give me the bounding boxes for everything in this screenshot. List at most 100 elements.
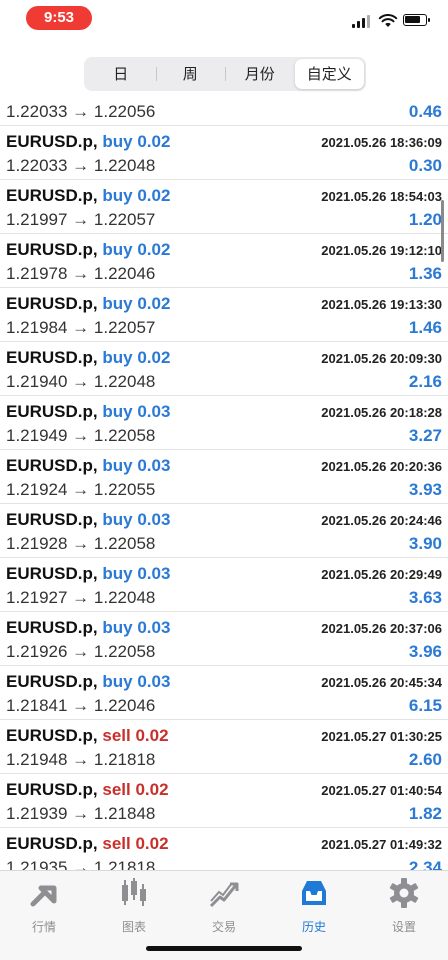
trade-prices: 1.21928 → 1.22058 [6, 534, 156, 553]
trade-profit: 3.27 [408, 426, 442, 445]
trade-prices: 1.21926 → 1.22058 [6, 642, 156, 661]
trade-symbol: EURUSD.p, buy 0.02 [6, 132, 170, 152]
trade-volume: 0.03 [137, 618, 171, 637]
trade-profit: 1.36 [408, 264, 442, 283]
trade-symbol: EURUSD.p, buy 0.02 [6, 240, 170, 260]
trade-profit: 3.63 [408, 588, 442, 607]
symbol-name: EURUSD.p, [6, 402, 98, 421]
trade-prices: 1.22033 → 1.22056 [6, 102, 156, 121]
symbol-name: EURUSD.p, [6, 186, 98, 205]
trade-datetime: 2021.05.26 19:12:10 [321, 243, 442, 258]
trade-side: sell [102, 780, 131, 799]
trade-row[interactable]: EURUSD.p, buy 0.03 2021.05.26 20:24:46 1.2… [0, 504, 448, 558]
symbol-name: EURUSD.p, [6, 564, 98, 583]
tab-chart[interactable]: 图表 [94, 877, 174, 937]
trade-volume: 0.02 [137, 186, 171, 205]
scrollbar[interactable] [441, 200, 444, 262]
symbol-name: EURUSD.p, [6, 456, 98, 475]
trade-prices: 1.21948 → 1.21818 [6, 750, 156, 769]
trade-side: buy [102, 132, 133, 151]
trade-datetime: 2021.05.26 19:13:30 [321, 297, 442, 312]
status-bar: 9:53 [0, 0, 448, 44]
trade-row[interactable]: EURUSD.p, sell 0.02 2021.05.27 01:40:54 1.… [0, 774, 448, 828]
trade-symbol: EURUSD.p, buy 0.02 [6, 294, 170, 314]
quotes-icon [30, 885, 57, 907]
symbol-name: EURUSD.p, [6, 240, 98, 259]
trade-symbol: EURUSD.p, buy 0.03 [6, 672, 170, 692]
tab-trade[interactable]: 交易 [184, 877, 264, 937]
trade-side: buy [102, 618, 133, 637]
cellular-signal-icon [352, 14, 372, 28]
trade-symbol: EURUSD.p, buy 0.02 [6, 186, 170, 206]
tab-history-label: 历史 [301, 920, 326, 934]
trade-side: buy [102, 186, 133, 205]
trade-side: buy [102, 294, 133, 313]
trade-volume: 0.03 [137, 564, 171, 583]
trade-row[interactable]: EURUSD.p, buy 0.03 2021.05.26 20:37:06 1.2… [0, 612, 448, 666]
trade-icon [209, 882, 239, 908]
trade-row[interactable]: EURUSD.p, buy 0.03 2021.05.26 20:29:49 1.2… [0, 558, 448, 612]
trade-volume: 0.02 [137, 132, 171, 151]
tab-settings-label: 设置 [391, 920, 416, 934]
tab-quotes[interactable]: 行情 [4, 877, 84, 937]
trade-row[interactable]: EURUSD.p, buy 0.02 2021.05.26 19:12:10 1.2… [0, 234, 448, 288]
trade-row[interactable]: EURUSD.p, buy 0.02 2021.05.26 18:36:09 1.2… [0, 126, 448, 180]
tab-history[interactable]: 历史 [274, 877, 354, 937]
trade-row[interactable]: EURUSD.p, buy 0.03 2021.05.26 20:18:28 1.2… [0, 396, 448, 450]
segment-custom[interactable]: 自定义 [294, 59, 364, 89]
symbol-name: EURUSD.p, [6, 726, 98, 745]
trade-prices: 1.21939 → 1.21848 [6, 804, 156, 823]
trade-datetime: 2021.05.26 20:24:46 [321, 513, 442, 528]
trade-profit: 3.93 [408, 480, 442, 499]
trade-symbol: EURUSD.p, buy 0.03 [6, 618, 170, 638]
home-indicator[interactable] [146, 946, 302, 951]
trade-symbol: EURUSD.p, sell 0.02 [6, 834, 169, 854]
trade-row[interactable]: EURUSD.p, buy 0.02 2021.05.26 18:54:03 1.2… [0, 180, 448, 234]
trade-datetime: 2021.05.27 01:30:25 [321, 729, 442, 744]
trade-row[interactable]: EURUSD.p, buy 0.03 2021.05.26 20:20:36 1.2… [0, 450, 448, 504]
trade-prices: 1.22033 → 1.22048 [6, 156, 156, 175]
trade-datetime: 2021.05.27 01:40:54 [321, 783, 442, 798]
trade-side: buy [102, 564, 133, 583]
trade-row[interactable]: EURUSD.p, buy 0.02 2021.05.26 20:09:30 1.2… [0, 342, 448, 396]
symbol-name: EURUSD.p, [6, 294, 98, 313]
trade-row[interactable]: EURUSD.p, sell 0.02 2021.05.27 01:30:25 1.… [0, 720, 448, 774]
trade-symbol: EURUSD.p, sell 0.02 [6, 726, 169, 746]
segment-week[interactable]: 周 [155, 59, 226, 89]
trade-row[interactable]: EURUSD.p, buy 0.03 2021.05.26 20:45:34 1.2… [0, 666, 448, 720]
trade-prices: 1.21997 → 1.22057 [6, 210, 156, 229]
trade-side: sell [102, 726, 131, 745]
trade-symbol: EURUSD.p, buy 0.02 [6, 348, 170, 368]
trade-prices: 1.21984 → 1.22057 [6, 318, 156, 337]
tab-quotes-label: 行情 [31, 920, 56, 934]
trade-datetime: 2021.05.26 18:54:03 [321, 189, 442, 204]
trade-profit: 2.60 [408, 750, 442, 769]
symbol-name: EURUSD.p, [6, 780, 98, 799]
tab-chart-label: 图表 [121, 920, 146, 934]
trade-prices: 1.21924 → 1.22055 [6, 480, 156, 499]
trade-datetime: 2021.05.26 20:18:28 [321, 405, 442, 420]
trade-volume: 0.03 [137, 672, 171, 691]
trade-prices: 1.21978 → 1.22046 [6, 264, 156, 283]
tab-settings[interactable]: 设置 [364, 877, 444, 937]
trade-row[interactable]: EURUSD.p, buy 0.02 2021.05.26 19:13:30 1.2… [0, 288, 448, 342]
trade-row[interactable]: EURUSD.p, sell 0.02 2021.05.27 01:49:32 1.… [0, 828, 448, 870]
segment-day[interactable]: 日 [86, 59, 156, 89]
wifi-icon [378, 14, 398, 27]
chart-icon [122, 878, 146, 906]
gear-icon [389, 878, 419, 908]
trade-row[interactable]: 1.22033 → 1.22056 0.46 [0, 96, 448, 126]
trade-volume: 0.03 [137, 510, 171, 529]
trade-datetime: 2021.05.26 20:09:30 [321, 351, 442, 366]
trade-volume: 0.02 [137, 294, 171, 313]
trade-profit: 2.16 [408, 372, 442, 391]
trade-datetime: 2021.05.26 20:45:34 [321, 675, 442, 690]
tab-trade-label: 交易 [211, 920, 236, 934]
trade-prices: 1.21841 → 1.22046 [6, 696, 156, 715]
status-time[interactable]: 9:53 [26, 6, 92, 30]
trade-volume: 0.02 [137, 240, 171, 259]
trade-profit: 2.34 [408, 858, 442, 870]
segment-month[interactable]: 月份 [225, 59, 295, 89]
trade-side: buy [102, 510, 133, 529]
trade-history-list[interactable]: 1.22033 → 1.22056 0.46 EURUSD.p, buy 0.02 2… [0, 96, 448, 870]
